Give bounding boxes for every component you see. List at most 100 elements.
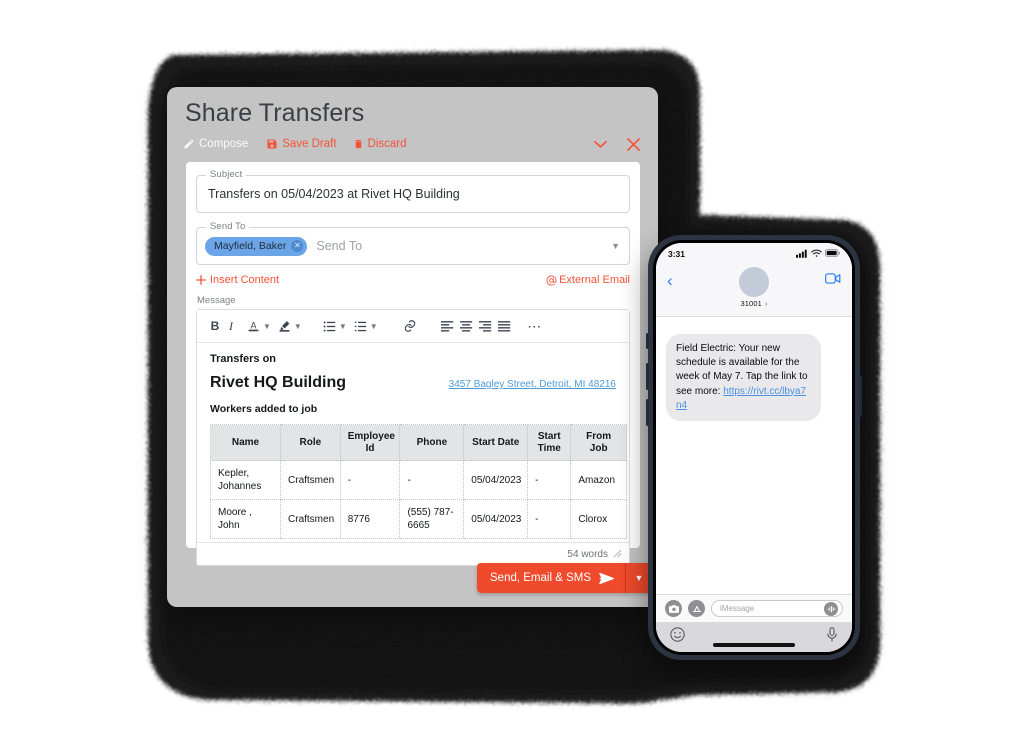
wifi-icon (811, 249, 822, 260)
phone-screen: 3:31 ‹ 31001 › Field Electric: Your new … (656, 243, 852, 652)
table-cell: 05/04/2023 (463, 460, 529, 500)
job-address-link[interactable]: 3457 Bagley Street, Detroit, MI 48216 (449, 379, 616, 390)
recipient-chip-label: Mayfield, Baker (214, 240, 287, 252)
table-cell: Clorox (570, 499, 627, 539)
phone-bezel: 3:31 ‹ 31001 › Field Electric: Your new … (653, 240, 855, 655)
audio-wave-icon[interactable] (824, 601, 838, 616)
chevron-down-icon[interactable] (594, 140, 607, 149)
table-cell: - (527, 499, 572, 539)
table-col-header: Phone (399, 424, 465, 461)
imessage-input-bar: iMessage (656, 594, 852, 622)
send-button-group: Send, Email & SMS ▼ (477, 563, 652, 593)
table-cell: - (399, 460, 465, 500)
transfers-on-label: Transfers on (210, 353, 277, 365)
volume-up-icon (646, 363, 649, 390)
subject-value: Transfers on 05/04/2023 at Rivet HQ Buil… (208, 187, 460, 201)
message-thread: Field Electric: Your new schedule is ava… (656, 317, 852, 594)
pencil-icon (183, 138, 195, 150)
message-label: Message (197, 295, 236, 306)
insert-content-button[interactable]: Insert Content (196, 274, 279, 286)
table-cell: Craftsmen (280, 460, 341, 500)
content-links-row: Insert Content External Email (196, 274, 630, 286)
remove-recipient-icon[interactable]: ✕ (291, 240, 304, 252)
conversation-navbar: ‹ 31001 › (656, 265, 852, 317)
imessage-input[interactable]: iMessage (711, 600, 843, 617)
modal-action-bar: Compose Save Draft Discard (183, 134, 646, 154)
discard-button[interactable]: Discard (353, 138, 407, 150)
workers-section-title: Workers added to job (210, 403, 318, 415)
numbered-list-icon[interactable] (352, 320, 369, 333)
microphone-icon[interactable] (826, 627, 838, 647)
text-color-icon[interactable]: A (245, 319, 262, 333)
compose-label: Compose (199, 138, 249, 150)
back-chevron-icon[interactable]: ‹ (667, 272, 673, 289)
table-header-row: Name Role Employee Id Phone Start Date Start … (209, 424, 627, 461)
power-button-icon (859, 375, 862, 417)
send-button[interactable]: Send, Email & SMS (477, 563, 625, 593)
iphone-mockup: 3:31 ‹ 31001 › Field Electric: Your new … (646, 235, 862, 660)
status-time: 3:31 (668, 249, 686, 259)
align-justify-icon[interactable] (495, 320, 514, 332)
message-bubble: Field Electric: Your new schedule is ava… (666, 334, 821, 421)
status-bar: 3:31 (656, 243, 852, 265)
save-draft-label: Save Draft (282, 138, 337, 150)
page-title: Share Transfers (185, 99, 365, 127)
camera-icon[interactable] (665, 600, 682, 617)
chevron-down-icon[interactable]: ▼ (370, 322, 378, 331)
keyboard-accessory-bar (656, 622, 852, 652)
app-store-icon[interactable] (688, 600, 705, 617)
close-icon[interactable] (627, 137, 640, 151)
chevron-down-icon[interactable]: ▼ (339, 322, 347, 331)
italic-icon[interactable]: I (223, 319, 239, 334)
table-col-header: Start Date (463, 424, 529, 461)
align-center-icon[interactable] (457, 320, 476, 332)
volume-down-icon (646, 399, 649, 426)
table-col-header: Employee Id (339, 424, 401, 461)
table-col-header: Name (209, 424, 282, 461)
subject-field[interactable]: Subject Transfers on 05/04/2023 at Rivet… (196, 169, 630, 213)
table-body: Kepler, Johannes Craftsmen - -05/04/2023- Am… (209, 460, 627, 539)
compose-panel: Subject Transfers on 05/04/2023 at Rivet… (186, 162, 640, 566)
external-email-button[interactable]: External Email (546, 274, 630, 286)
resize-grip-icon[interactable] (613, 549, 622, 560)
modal-header-controls (594, 137, 646, 151)
table-cell: 05/04/2023 (463, 499, 529, 539)
plus-icon (196, 275, 206, 285)
table-cell: Moore , John (209, 499, 282, 539)
workers-table: Name Role Employee Id Phone Start Date Start … (209, 424, 627, 539)
job-title: Rivet HQ Building (210, 374, 346, 391)
save-draft-button[interactable]: Save Draft (266, 138, 337, 150)
table-cell: Kepler, Johannes (209, 460, 282, 500)
avatar (739, 267, 769, 297)
align-right-icon[interactable] (476, 320, 495, 332)
link-icon[interactable] (401, 319, 420, 333)
compose-button[interactable]: Compose (183, 138, 248, 150)
send-to-legend: Send To (206, 221, 250, 232)
paper-plane-icon (599, 572, 614, 585)
send-to-field[interactable]: Send To Mayfield, Baker ✕ Send To ▼ (196, 221, 630, 265)
caret-down-icon[interactable]: ▼ (611, 241, 620, 251)
bold-icon[interactable]: B (207, 319, 223, 333)
chevron-down-icon[interactable]: ▼ (263, 322, 271, 331)
align-left-icon[interactable] (438, 320, 457, 332)
table-cell: - (339, 460, 401, 500)
recipient-chip[interactable]: Mayfield, Baker ✕ (205, 236, 308, 256)
trash-icon (353, 138, 364, 150)
table-col-header: Start Time (527, 424, 572, 461)
word-count: 54 words (567, 548, 608, 560)
table-cell: Craftsmen (280, 499, 341, 539)
job-header: Rivet HQ Building 3457 Bagley Street, De… (210, 374, 616, 392)
bulleted-list-icon[interactable] (321, 320, 338, 333)
ellipsis-icon[interactable]: ⋯ (524, 318, 546, 335)
contact-header[interactable]: 31001 › (739, 267, 769, 308)
chevron-down-icon[interactable]: ▼ (294, 322, 302, 331)
message-body[interactable]: Transfers on Rivet HQ Building 3457 Bagl… (197, 343, 629, 542)
table-col-header: From Job (570, 424, 627, 461)
highlighter-icon[interactable] (276, 319, 293, 333)
chevron-right-icon: › (765, 301, 768, 308)
share-transfers-modal: Share Transfers Compose Save Draft Disca… (167, 87, 658, 607)
emoji-smiley-icon[interactable] (670, 627, 685, 647)
video-camera-icon[interactable] (825, 271, 841, 289)
table-col-header: Role (280, 424, 341, 461)
cellular-bars-icon (796, 249, 808, 260)
